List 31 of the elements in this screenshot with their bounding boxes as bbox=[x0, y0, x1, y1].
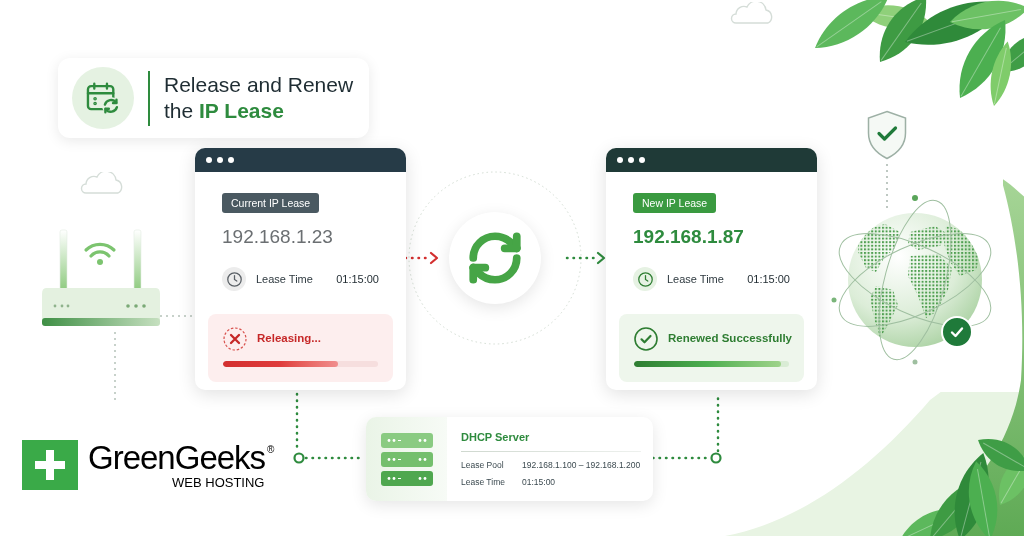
ring-icon bbox=[710, 452, 722, 464]
ip-address: 192.168.1.23 bbox=[222, 225, 333, 249]
connector-line bbox=[114, 331, 116, 403]
server-icon bbox=[380, 432, 433, 486]
clock-icon bbox=[633, 267, 657, 291]
field-value: 01:15:00 bbox=[522, 477, 557, 488]
x-circle-icon bbox=[223, 327, 247, 351]
field-label: Lease Time bbox=[461, 477, 506, 488]
lease-time-label: Lease Time bbox=[667, 271, 724, 287]
heading: Release and Renew the IP Lease bbox=[164, 72, 354, 124]
check-circle-icon bbox=[634, 327, 658, 351]
lease-tag: Current IP Lease bbox=[222, 193, 320, 213]
status-text: Releasing... bbox=[257, 331, 321, 347]
shield-check-icon bbox=[866, 110, 908, 160]
check-icon bbox=[941, 316, 973, 348]
plus-icon bbox=[22, 440, 78, 490]
field-label: Lease Pool bbox=[461, 460, 505, 471]
lease-time-value: 01:15:00 bbox=[336, 271, 379, 287]
arrow-connector bbox=[565, 251, 606, 265]
lease-time-label: Lease Time bbox=[256, 271, 313, 287]
ring-icon bbox=[293, 452, 305, 464]
status-text: Renewed Successfully bbox=[668, 331, 792, 347]
clock-icon bbox=[222, 267, 246, 291]
lease-tag: New IP Lease bbox=[633, 193, 717, 213]
brand-name: GreenGeeks bbox=[88, 440, 266, 476]
registered-mark: ® bbox=[267, 445, 275, 455]
field-value: 192.168.1.100 – 192.168.1.200 bbox=[522, 460, 641, 471]
ip-address: 192.168.1.87 bbox=[633, 225, 744, 249]
server-title: DHCP Server bbox=[461, 430, 530, 444]
lease-time-value: 01:15:00 bbox=[747, 271, 790, 287]
brand-tagline: WEB HOSTING bbox=[172, 476, 265, 490]
